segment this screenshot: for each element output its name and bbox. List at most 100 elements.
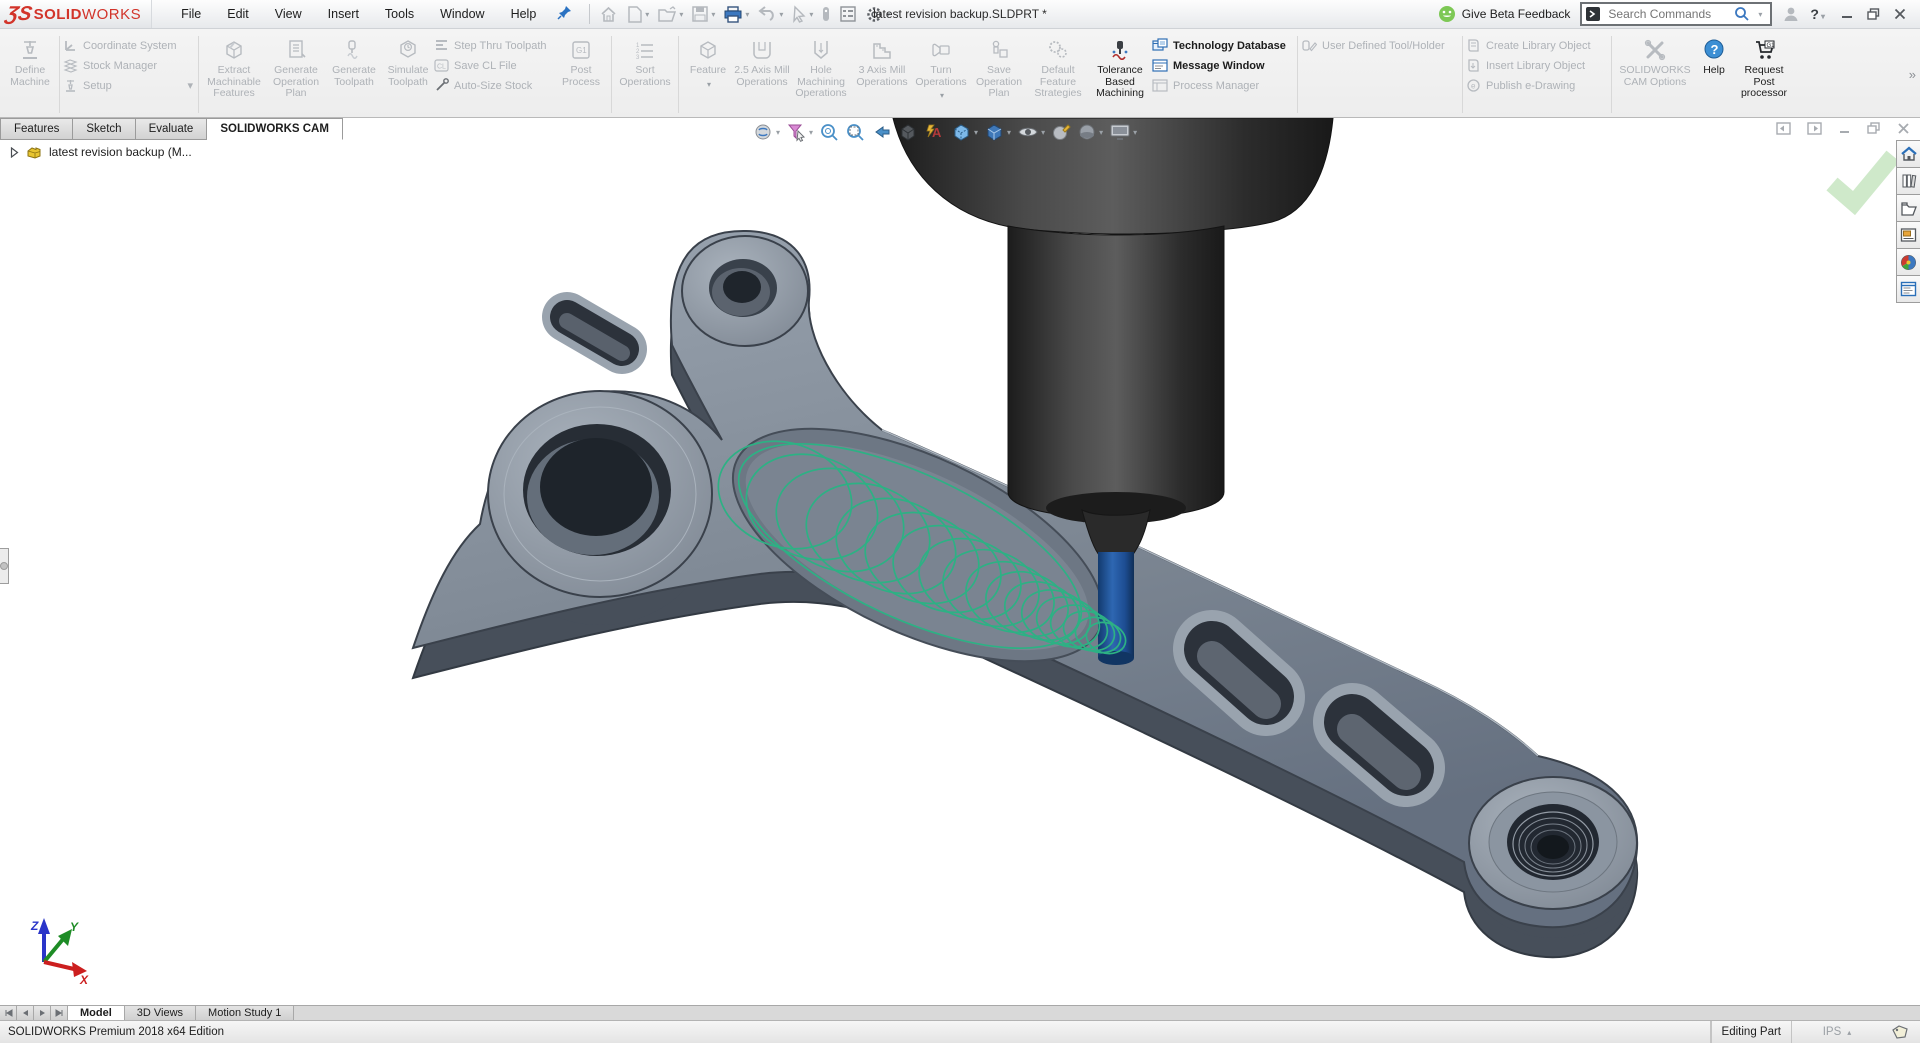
doc-restore-icon[interactable] <box>1867 122 1881 135</box>
search-commands-box[interactable]: ▾ <box>1580 2 1772 26</box>
extract-machinable-features-button[interactable]: Extract Machinable Features <box>202 32 266 117</box>
search-input[interactable] <box>1606 6 1728 22</box>
select-cursor-button[interactable]: ▾ <box>788 3 816 25</box>
user-account-icon[interactable] <box>1782 5 1800 23</box>
zoom-to-fit-icon[interactable] <box>818 121 840 143</box>
coordinate-system-button[interactable]: Coordinate System <box>63 38 195 53</box>
minimize-button[interactable] <box>1841 8 1853 20</box>
generate-operation-plan-button[interactable]: Generate Operation Plan <box>266 32 326 117</box>
process-manager-button[interactable]: Process Manager <box>1152 78 1294 93</box>
setup-dropdown[interactable]: ▾ <box>187 79 193 92</box>
tab-evaluate[interactable]: Evaluate <box>136 118 208 140</box>
tag-icon[interactable] <box>1882 1021 1920 1043</box>
display-style-icon[interactable]: ▾ <box>983 121 1012 143</box>
search-icon[interactable] <box>1734 6 1750 22</box>
slot-cutout[interactable] <box>1212 649 1266 704</box>
step-thru-toolpath-button[interactable]: Step Thru Toolpath <box>434 38 554 53</box>
25-axis-mill-button[interactable]: 2.5 Axis Mill Operations <box>734 32 790 117</box>
turn-operations-dropdown[interactable]: ▾ <box>940 91 944 100</box>
turn-operations-button[interactable]: Turn Operations ▾ <box>912 32 970 117</box>
pane-splitter-handle[interactable] <box>0 548 9 584</box>
post-process-button[interactable]: G1 Post Process <box>554 32 608 117</box>
tab-motion-study[interactable]: Motion Study 1 <box>196 1006 294 1020</box>
view-carousel-icon[interactable]: ▾ <box>752 121 781 143</box>
hole-machining-button[interactable]: Hole Machining Operations <box>790 32 852 117</box>
next-tab-button[interactable] <box>34 1006 51 1020</box>
tolerance-based-machining-button[interactable]: Tolerance Based Machining <box>1088 32 1152 117</box>
section-view-icon[interactable] <box>897 121 919 143</box>
tab-sketch[interactable]: Sketch <box>73 118 135 140</box>
menu-insert[interactable]: Insert <box>317 4 370 24</box>
search-dropdown[interactable]: ▾ <box>1758 10 1762 19</box>
new-file-button[interactable]: ▾ <box>623 3 652 26</box>
mouse-gestures-icon[interactable] <box>818 3 834 25</box>
confirm-check-icon[interactable] <box>1832 156 1893 203</box>
request-post-processor-button[interactable]: G1 Request Post processor <box>1733 32 1795 117</box>
close-button[interactable] <box>1894 8 1906 20</box>
previous-tab-button[interactable] <box>17 1006 34 1020</box>
pin-menu-icon[interactable] <box>557 4 573 25</box>
solidworks-resources-icon[interactable] <box>1896 140 1920 168</box>
selection-filter-icon[interactable]: ▾ <box>785 121 814 143</box>
create-library-object-button[interactable]: Create Library Object <box>1466 38 1608 53</box>
options-list-button[interactable] <box>836 3 860 25</box>
define-machine-button[interactable]: Define Machine <box>4 32 56 117</box>
hide-show-items-icon[interactable]: ▾ <box>1016 121 1046 143</box>
menu-tools[interactable]: Tools <box>374 4 425 24</box>
appearances-scenes-icon[interactable] <box>1896 249 1920 276</box>
units-selector[interactable]: IPS▴ <box>1791 1021 1882 1043</box>
stock-manager-button[interactable]: Stock Manager <box>63 58 195 73</box>
message-window-button[interactable]: Message Window <box>1152 58 1294 73</box>
help-menu-button[interactable]: ?▾ <box>1810 6 1825 22</box>
auto-size-stock-button[interactable]: Auto-Size Stock <box>434 78 554 93</box>
menu-view[interactable]: View <box>264 4 313 24</box>
file-explorer-icon[interactable] <box>1896 195 1920 222</box>
setup-button[interactable]: Setup ▾ <box>63 78 195 93</box>
open-file-button[interactable]: ▾ <box>654 3 686 26</box>
slot-cutout[interactable] <box>1352 722 1406 775</box>
small-bore-hole[interactable] <box>723 271 761 303</box>
beta-feedback-button[interactable]: Give Beta Feedback <box>1438 5 1571 23</box>
restore-button[interactable] <box>1867 8 1880 20</box>
doc-close-icon[interactable] <box>1897 122 1910 135</box>
simulate-toolpath-button[interactable]: Simulate Toolpath <box>382 32 434 117</box>
save-cl-file-button[interactable]: CL Save CL File <box>434 58 554 73</box>
model-viewport[interactable]: Z Y X <box>0 118 1920 1005</box>
feature-tree-root[interactable]: latest revision backup (M... <box>10 145 192 159</box>
menu-edit[interactable]: Edit <box>216 4 260 24</box>
ribbon-expand-chevron[interactable]: » <box>1909 67 1916 82</box>
tab-3d-views[interactable]: 3D Views <box>125 1006 196 1020</box>
design-library-icon[interactable] <box>1896 168 1920 195</box>
menu-help[interactable]: Help <box>500 4 548 24</box>
pane-right-icon[interactable] <box>1807 122 1822 135</box>
doc-minimize-icon[interactable] <box>1838 122 1851 135</box>
tab-solidworks-cam[interactable]: SOLIDWORKS CAM <box>207 118 343 140</box>
settings-gear-button[interactable]: ▾ <box>862 3 893 26</box>
sort-operations-button[interactable]: 123 Sort Operations <box>615 32 675 117</box>
feature-button[interactable]: Feature ▾ <box>682 32 734 117</box>
expand-arrow-icon[interactable] <box>10 147 19 158</box>
view-settings-icon[interactable]: ▾ <box>1108 121 1138 143</box>
menu-file[interactable]: File <box>170 4 212 24</box>
tab-model[interactable]: Model <box>68 1006 125 1020</box>
view-orientation-icon[interactable]: ▾ <box>950 121 979 143</box>
default-feature-strategies-button[interactable]: Default Feature Strategies <box>1028 32 1088 117</box>
save-operation-plan-button[interactable]: Save Operation Plan <box>970 32 1028 117</box>
feature-dropdown[interactable]: ▾ <box>707 80 711 89</box>
undo-button[interactable]: ▾ <box>754 3 786 25</box>
solidworks-cam-options-button[interactable]: SOLIDWORKS CAM Options <box>1615 32 1695 117</box>
large-bore-hole[interactable] <box>540 438 652 536</box>
zoom-to-area-icon[interactable] <box>844 121 866 143</box>
home-button[interactable] <box>596 3 621 26</box>
graphics-area[interactable]: Z Y X Features Sketch Evaluate SOLIDWORK… <box>0 118 1920 1005</box>
insert-library-object-button[interactable]: Insert Library Object <box>1466 58 1608 73</box>
save-button[interactable]: ▾ <box>688 3 718 25</box>
tab-features[interactable]: Features <box>0 118 73 140</box>
menu-window[interactable]: Window <box>429 4 495 24</box>
edit-appearance-icon[interactable] <box>1050 121 1072 143</box>
pane-left-icon[interactable] <box>1776 122 1791 135</box>
last-tab-button[interactable] <box>51 1006 68 1020</box>
apply-scene-icon[interactable]: ▾ <box>1076 121 1104 143</box>
help-button[interactable]: ? Help <box>1695 32 1733 117</box>
view-palette-icon[interactable] <box>1896 222 1920 249</box>
